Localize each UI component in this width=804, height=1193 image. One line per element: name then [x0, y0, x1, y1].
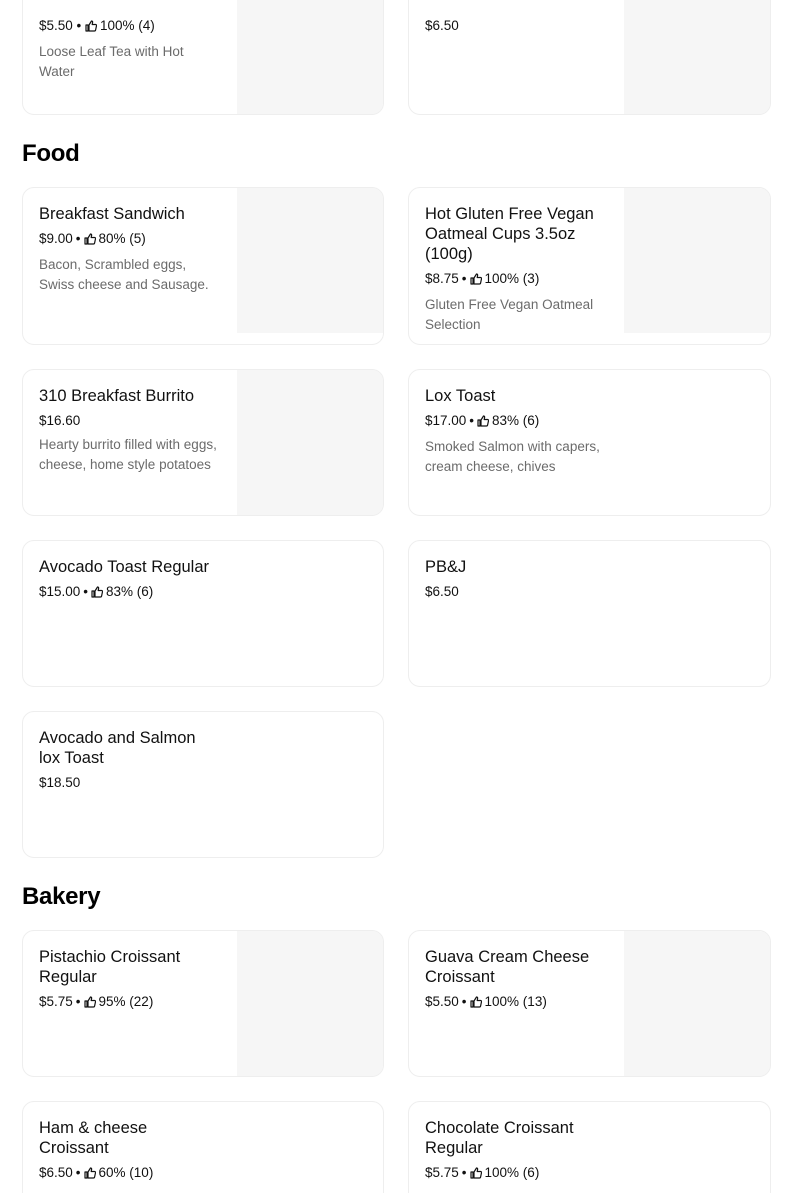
- item-image-placeholder: [624, 188, 770, 333]
- item-description: Bacon, Scrambled eggs, Swiss cheese and …: [39, 257, 209, 292]
- section-title-bakery: Bakery: [22, 883, 101, 910]
- menu-item-card-ham-cheese-croissant[interactable]: Ham & cheese Croissant $6.50 • 60% (10): [22, 1101, 384, 1193]
- item-meta: $15.00 • 83% (6): [39, 582, 239, 604]
- item-image-placeholder: [237, 188, 383, 333]
- item-name: Breakfast Sandwich: [39, 205, 185, 223]
- item-description: Gluten Free Vegan Oatmeal Selection: [425, 297, 594, 332]
- item-name: Pistachio Croissant Regular: [39, 948, 181, 986]
- menu-item-card-lox-toast[interactable]: Lox Toast $17.00 • 83% (6) Smoked Salmon w…: [408, 369, 771, 516]
- menu-item-card-breakfast-burrito[interactable]: 310 Breakfast Burrito $16.60 Hearty burr…: [22, 369, 384, 516]
- item-price: $6.50: [425, 584, 459, 599]
- item-meta: $6.50 • 60% (10): [39, 1163, 219, 1185]
- item-meta: $5.50 • 100% (13): [425, 992, 605, 1014]
- menu-item-card-pistachio-croissant[interactable]: Pistachio Croissant Regular $5.75 • 95% (2…: [22, 930, 384, 1077]
- menu-item-card-pbj[interactable]: PB&J $6.50: [408, 540, 771, 687]
- item-meta: $9.00 • 80% (5): [39, 229, 219, 251]
- menu-item-card-avocado-salmon-toast[interactable]: Avocado and Salmon lox Toast $18.50: [22, 711, 384, 858]
- item-image-placeholder: [624, 931, 770, 1076]
- menu-item-card-chocolate-croissant[interactable]: Chocolate Croissant Regular $5.75 • 100% (…: [408, 1101, 771, 1193]
- item-image-placeholder: [237, 931, 383, 1076]
- item-price: $6.50: [425, 18, 459, 33]
- item-meta: $17.00 • 83% (6): [425, 411, 605, 433]
- menu-item-card-tea[interactable]: $5.50 • 100% (4) Loose Leaf Tea with Hot…: [22, 0, 384, 115]
- menu-item-card-guava-croissant[interactable]: Guava Cream Cheese Croissant $5.50 • 100% …: [408, 930, 771, 1077]
- item-name: Avocado Toast Regular: [39, 558, 210, 576]
- menu-item-card-oatmeal[interactable]: Hot Gluten Free Vegan Oatmeal Cups 3.5oz…: [408, 187, 771, 345]
- item-description: Hearty burrito filled with eggs, cheese,…: [39, 437, 217, 472]
- item-name: Hot Gluten Free Vegan Oatmeal Cups 3.5oz…: [425, 205, 594, 263]
- item-image-placeholder: [237, 0, 383, 114]
- thumbs-up-icon: [83, 1165, 96, 1185]
- item-name: 310 Breakfast Burrito: [39, 387, 194, 405]
- item-meta: $5.75 • 100% (6): [425, 1163, 605, 1185]
- item-image-placeholder: [624, 0, 770, 114]
- thumbs-up-icon: [469, 1165, 482, 1185]
- section-title-food: Food: [22, 140, 80, 167]
- item-price: $18.50: [39, 775, 81, 790]
- item-name: Lox Toast: [425, 387, 496, 405]
- item-description: Smoked Salmon with capers, cream cheese,…: [425, 439, 600, 474]
- item-price: $16.60: [39, 413, 81, 428]
- item-meta: $5.50 • 100% (4): [39, 16, 219, 38]
- thumbs-up-icon: [83, 994, 96, 1014]
- item-name: Chocolate Croissant Regular: [425, 1119, 574, 1157]
- thumbs-up-icon: [477, 413, 490, 433]
- thumbs-up-icon: [85, 18, 98, 38]
- menu-item-card-breakfast-sandwich[interactable]: Breakfast Sandwich $9.00 • 80% (5) Bacon, …: [22, 187, 384, 345]
- item-description: Loose Leaf Tea with Hot Water: [39, 44, 184, 79]
- item-name: Avocado and Salmon lox Toast: [39, 729, 196, 767]
- menu-item-card-top-right[interactable]: $6.50: [408, 0, 771, 115]
- item-image-placeholder: [237, 370, 383, 515]
- thumbs-up-icon: [469, 271, 482, 291]
- thumbs-up-icon: [83, 231, 96, 251]
- item-name: PB&J: [425, 558, 467, 576]
- thumbs-up-icon: [469, 994, 482, 1014]
- item-meta: $5.75 • 95% (22): [39, 992, 219, 1014]
- item-name: Guava Cream Cheese Croissant: [425, 948, 590, 986]
- item-name: Ham & cheese Croissant: [39, 1119, 148, 1157]
- item-meta: $8.75 • 100% (3): [425, 269, 605, 291]
- menu-item-card-avocado-toast[interactable]: Avocado Toast Regular $15.00 • 83% (6): [22, 540, 384, 687]
- thumbs-up-icon: [91, 584, 104, 604]
